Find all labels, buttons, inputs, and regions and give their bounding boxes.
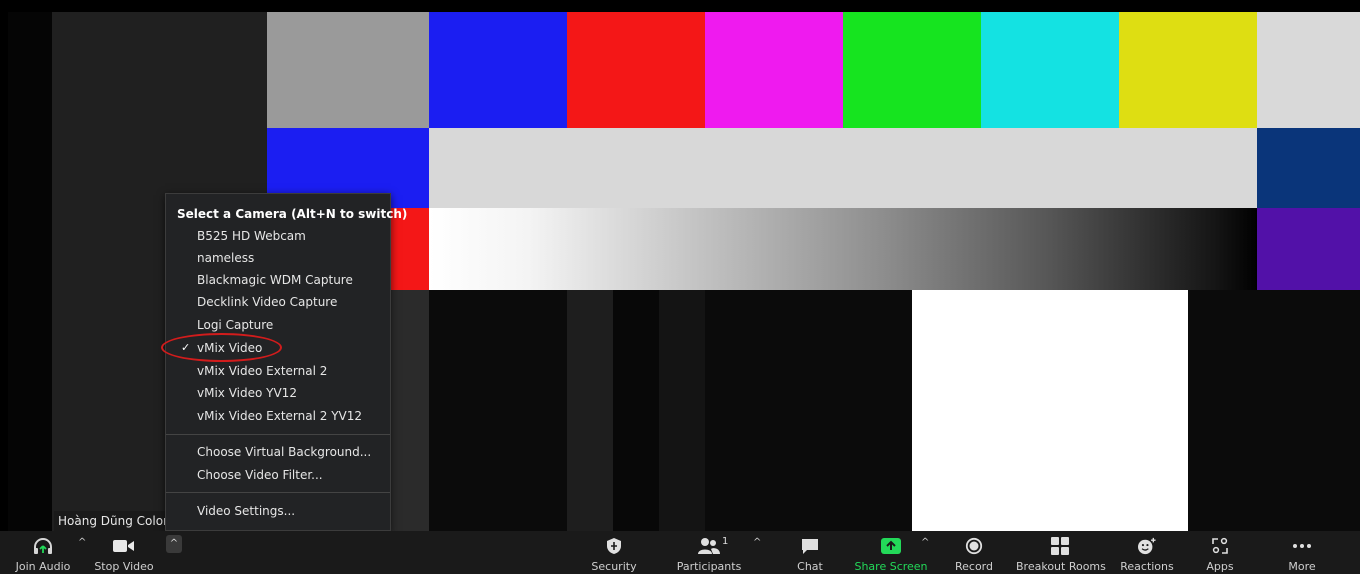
camera-option-logi[interactable]: Logi Capture	[166, 314, 390, 336]
bar-cyan	[981, 12, 1119, 128]
breakout-rooms-button[interactable]: Breakout Rooms	[1016, 531, 1106, 574]
bar-gray	[267, 12, 429, 128]
pluge-black-1	[429, 290, 567, 531]
bar-blue	[429, 12, 567, 128]
video-left-border	[0, 0, 8, 531]
reactions-label: Reactions	[1120, 560, 1174, 573]
pluge-gray-3	[659, 290, 705, 531]
video-settings[interactable]: Video Settings...	[166, 500, 390, 522]
record-button[interactable]: Record	[950, 531, 998, 574]
bar-red	[567, 12, 705, 128]
more-label: More	[1288, 560, 1316, 573]
bar-white	[1257, 12, 1360, 128]
share-screen-button[interactable]: Share Screen	[853, 531, 929, 574]
choose-virtual-background[interactable]: Choose Virtual Background...	[166, 441, 390, 463]
camera-option-vmix-external-2-yv12[interactable]: vMix Video External 2 YV12	[166, 405, 390, 427]
security-button[interactable]: Security	[583, 531, 645, 574]
camera-select-menu: Select a Camera (Alt+N to switch) B525 H…	[165, 193, 408, 531]
chat-icon	[802, 539, 818, 554]
video-camera-icon	[113, 540, 134, 552]
security-label: Security	[591, 560, 637, 573]
breakout-rooms-icon	[1051, 537, 1069, 555]
share-options-caret[interactable]: ^	[921, 537, 929, 548]
record-icon	[965, 537, 983, 555]
stop-video-button[interactable]: Stop Video	[94, 531, 154, 574]
menu-divider	[166, 434, 390, 435]
join-audio-label: Join Audio	[15, 560, 71, 573]
camera-option-nameless[interactable]: nameless	[166, 247, 390, 269]
camera-menu-header: Select a Camera (Alt+N to switch)	[177, 207, 408, 221]
video-left-panel	[8, 10, 52, 531]
more-icon	[1293, 544, 1311, 548]
participants-label: Participants	[676, 560, 742, 573]
pluge-gray-2	[567, 290, 613, 531]
share-screen-icon	[881, 538, 901, 554]
shield-icon	[607, 538, 621, 554]
participants-count: 1	[722, 536, 729, 547]
more-button[interactable]: More	[1280, 531, 1324, 574]
band-navy	[1257, 128, 1360, 208]
join-audio-button[interactable]: Join Audio	[14, 531, 72, 574]
headphones-icon	[34, 538, 52, 554]
participants-options-caret[interactable]: ^	[753, 537, 761, 548]
participants-icon	[698, 538, 720, 554]
video-options-caret[interactable]: ^	[166, 535, 182, 553]
ramp-gradient	[429, 208, 1257, 290]
pluge-white	[912, 290, 1188, 531]
breakout-rooms-label: Breakout Rooms	[1016, 560, 1106, 573]
smiley-icon	[1138, 537, 1156, 555]
chat-label: Chat	[797, 560, 823, 573]
camera-option-b525[interactable]: B525 HD Webcam	[166, 225, 390, 247]
video-top-border	[0, 0, 1360, 12]
camera-option-vmix-external-2[interactable]: vMix Video External 2	[166, 360, 390, 382]
stop-video-label: Stop Video	[94, 560, 154, 573]
camera-option-decklink[interactable]: Decklink Video Capture	[166, 291, 390, 313]
apps-icon	[1212, 537, 1228, 554]
menu-divider	[166, 492, 390, 493]
apps-button[interactable]: Apps	[1198, 531, 1242, 574]
camera-option-vmix-yv12[interactable]: vMix Video YV12	[166, 382, 390, 404]
bar-yellow	[1119, 12, 1257, 128]
bar-green	[843, 12, 981, 128]
bar-magenta	[705, 12, 843, 128]
band-light-gray	[429, 128, 1257, 208]
camera-option-blackmagic[interactable]: Blackmagic WDM Capture	[166, 269, 390, 291]
pluge-black-2	[613, 290, 659, 531]
pluge-black-4	[1188, 290, 1360, 531]
choose-video-filter[interactable]: Choose Video Filter...	[166, 464, 390, 486]
apps-label: Apps	[1206, 560, 1234, 573]
pluge-black-3	[705, 290, 912, 531]
chat-button[interactable]: Chat	[788, 531, 832, 574]
share-screen-label: Share Screen	[854, 560, 928, 573]
participant-name-tag: Hoàng Dũng ColorM	[54, 511, 178, 531]
audio-options-caret[interactable]: ^	[78, 537, 86, 548]
reactions-button[interactable]: Reactions	[1118, 531, 1176, 574]
meeting-toolbar: Join Audio ^ Stop Video ^ Security 1 Par…	[0, 531, 1360, 574]
highlight-ellipse	[161, 333, 282, 362]
ramp-purple	[1257, 208, 1360, 290]
participants-button[interactable]: 1 Participants	[672, 531, 746, 574]
record-label: Record	[954, 560, 993, 573]
